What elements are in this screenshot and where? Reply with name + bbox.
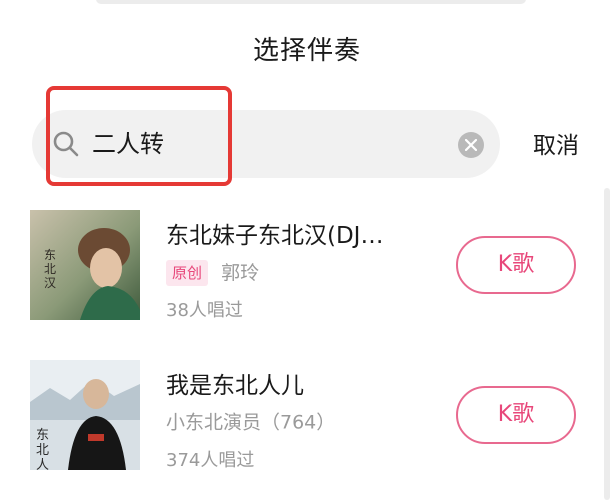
- album-cover: 东北人: [30, 360, 140, 470]
- sung-count: 38人唱过: [166, 300, 243, 321]
- sung-count: 374人唱过: [166, 450, 255, 471]
- list-item[interactable]: 东北人 我是东北人儿 小东北演员（764） 374人唱过 K歌: [0, 360, 600, 500]
- status-bar-fragment: [96, 0, 526, 4]
- song-title: 东北妹子东北汉(DJ…: [166, 223, 384, 249]
- list-item[interactable]: 东北汉 东北妹子东北汉(DJ… 原创 郭玲 38人唱过 K歌: [0, 210, 600, 350]
- sing-button[interactable]: K歌: [456, 386, 576, 444]
- page-title: 选择伴奏: [252, 36, 361, 66]
- song-meta: 原创 郭玲: [166, 258, 259, 286]
- annotation-highlight-box: [46, 86, 232, 186]
- song-title: 我是东北人儿: [166, 373, 304, 399]
- cancel-button[interactable]: 取消: [533, 126, 579, 160]
- artist-name: 小东北演员（764）: [166, 411, 336, 434]
- scrollbar[interactable]: [604, 188, 610, 500]
- cover-text: 东北汉: [44, 248, 57, 290]
- sing-button[interactable]: K歌: [456, 236, 576, 294]
- artist-name: 郭玲: [221, 261, 260, 284]
- album-cover: 东北汉: [30, 210, 140, 320]
- original-badge: 原创: [166, 259, 209, 286]
- clear-icon[interactable]: [458, 132, 484, 158]
- cover-text: 东北人: [36, 428, 50, 470]
- song-meta: 小东北演员（764）: [166, 408, 335, 436]
